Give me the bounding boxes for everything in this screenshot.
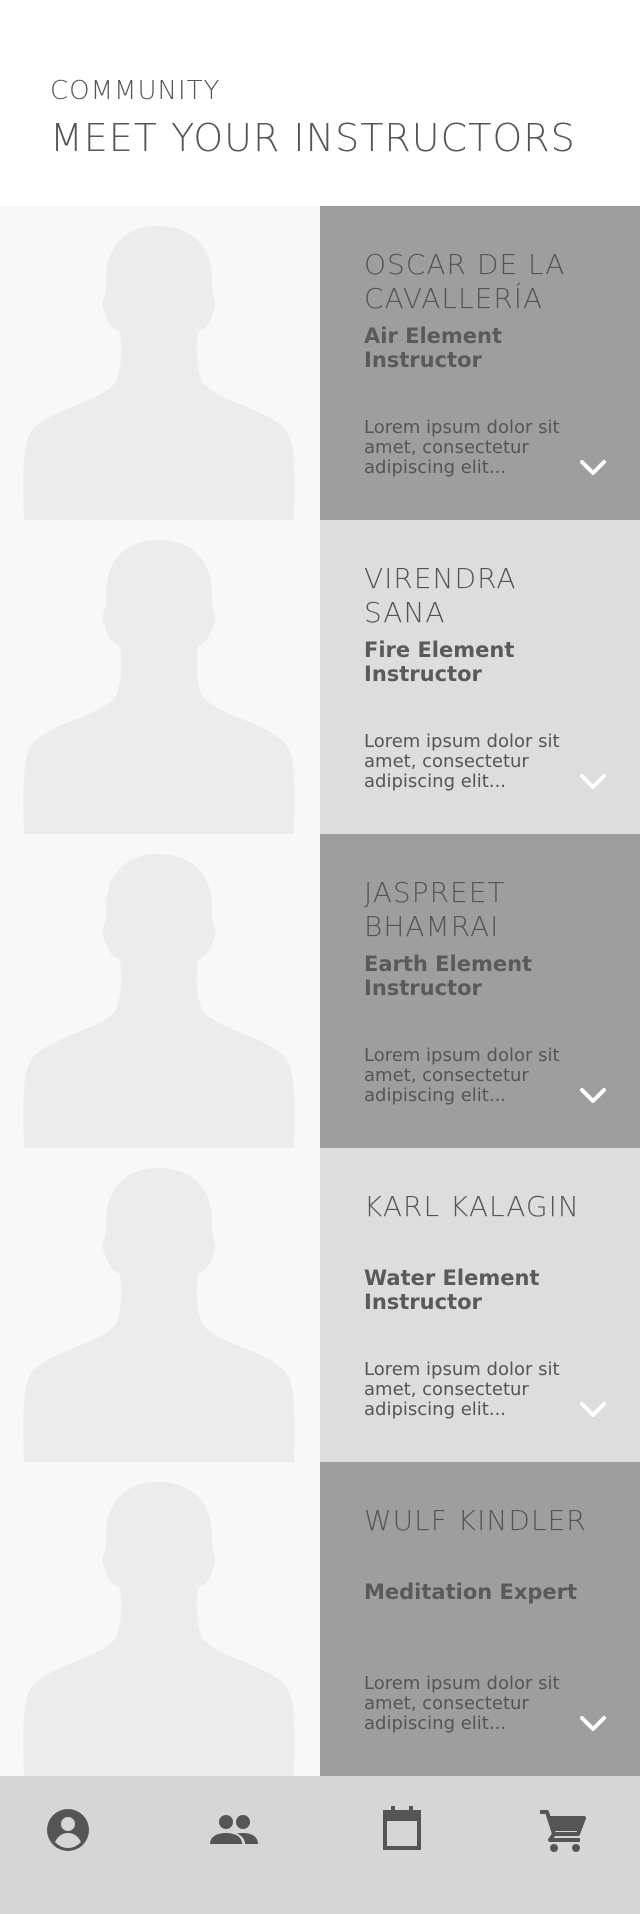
instructor-name: VIRENDRA SANA <box>364 562 517 629</box>
instructor-details: JASPREET BHAMRAI Earth Element Instructo… <box>320 834 640 1148</box>
calendar-icon[interactable] <box>372 1800 432 1860</box>
person-silhouette-icon <box>23 854 295 1148</box>
instructor-details: OSCAR DE LA CAVALLERÍA Air Element Instr… <box>320 206 640 520</box>
instructor-bio: Lorem ipsum dolor sit amet, consectetur … <box>364 417 560 478</box>
instructor-card: VIRENDRA SANA Fire Element Instructor Lo… <box>0 520 640 834</box>
chevron-down-icon[interactable] <box>578 1714 608 1734</box>
instructor-photo <box>0 834 320 1148</box>
instructor-card: WULF KINDLER Meditation Expert Lorem ips… <box>0 1462 640 1776</box>
chevron-down-icon[interactable] <box>578 1086 608 1106</box>
instructor-role: Meditation Expert <box>364 1580 578 1604</box>
instructor-name: WULF KINDLER <box>364 1504 587 1537</box>
instructor-bio: Lorem ipsum dolor sit amet, consectetur … <box>364 731 560 792</box>
page-title: MEET YOUR INSTRUCTORS <box>50 116 576 160</box>
instructor-bio: Lorem ipsum dolor sit amet, consectetur … <box>364 1359 560 1420</box>
instructor-photo <box>0 1148 320 1462</box>
cart-icon[interactable] <box>532 1800 592 1860</box>
instructor-bio: Lorem ipsum dolor sit amet, consectetur … <box>364 1673 560 1734</box>
chevron-down-icon[interactable] <box>578 1400 608 1420</box>
page-header: COMMUNITY MEET YOUR INSTRUCTORS <box>0 0 640 206</box>
instructor-photo <box>0 520 320 834</box>
instructor-bio: Lorem ipsum dolor sit amet, consectetur … <box>364 1045 560 1106</box>
instructor-details: VIRENDRA SANA Fire Element Instructor Lo… <box>320 520 640 834</box>
instructor-details: WULF KINDLER Meditation Expert Lorem ips… <box>320 1462 640 1776</box>
instructor-name: OSCAR DE LA CAVALLERÍA <box>364 248 566 315</box>
instructor-card: OSCAR DE LA CAVALLERÍA Air Element Instr… <box>0 206 640 520</box>
person-silhouette-icon <box>23 540 295 834</box>
bottom-nav-bar <box>0 1776 640 1914</box>
instructor-card: KARL KALAGIN Water Element Instructor Lo… <box>0 1148 640 1462</box>
instructor-list: OSCAR DE LA CAVALLERÍA Air Element Instr… <box>0 206 640 1776</box>
instructor-role: Earth Element Instructor <box>364 952 533 1000</box>
instructor-photo <box>0 206 320 520</box>
instructor-role: Water Element Instructor <box>364 1266 540 1314</box>
instructor-name: JASPREET BHAMRAI <box>364 876 506 943</box>
person-silhouette-icon <box>23 1168 295 1462</box>
instructor-details: KARL KALAGIN Water Element Instructor Lo… <box>320 1148 640 1462</box>
instructor-photo <box>0 1462 320 1776</box>
person-silhouette-icon <box>23 226 295 520</box>
people-icon[interactable] <box>204 1800 264 1860</box>
section-eyebrow: COMMUNITY <box>50 76 221 106</box>
instructor-role: Fire Element Instructor <box>364 638 515 686</box>
chevron-down-icon[interactable] <box>578 458 608 478</box>
person-silhouette-icon <box>23 1482 295 1776</box>
instructor-role: Air Element Instructor <box>364 324 503 372</box>
instructor-name: KARL KALAGIN <box>364 1190 580 1223</box>
account-icon[interactable] <box>38 1800 98 1860</box>
chevron-down-icon[interactable] <box>578 772 608 792</box>
instructor-card: JASPREET BHAMRAI Earth Element Instructo… <box>0 834 640 1148</box>
